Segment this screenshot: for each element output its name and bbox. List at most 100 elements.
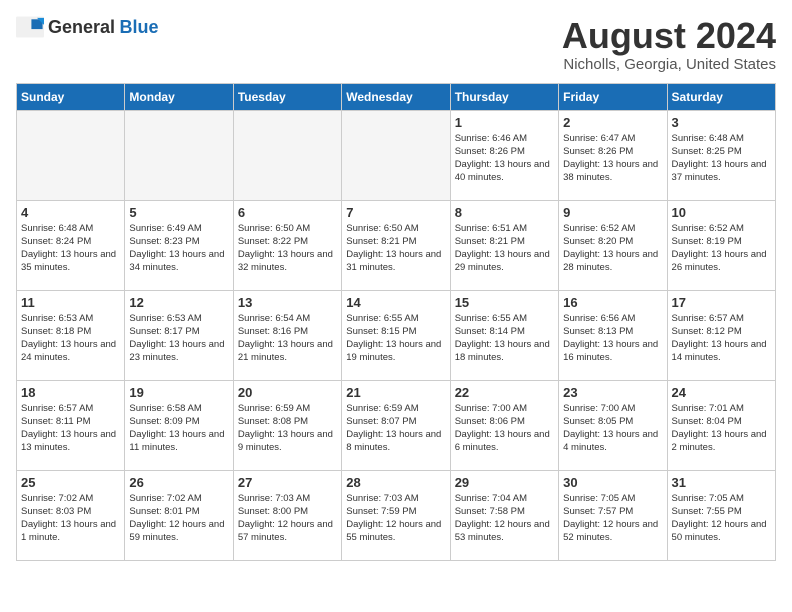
calendar-cell: 15 Sunrise: 6:55 AMSunset: 8:14 PMDayligh… <box>450 290 558 380</box>
day-info: Sunrise: 6:46 AMSunset: 8:26 PMDaylight:… <box>455 132 554 185</box>
day-number: 18 <box>21 385 120 400</box>
week-row-5: 25 Sunrise: 7:02 AMSunset: 8:03 PMDayligh… <box>17 470 776 560</box>
calendar-cell: 31 Sunrise: 7:05 AMSunset: 7:55 PMDayligh… <box>667 470 775 560</box>
calendar-cell: 12 Sunrise: 6:53 AMSunset: 8:17 PMDayligh… <box>125 290 233 380</box>
calendar-cell: 19Sunrise: 6:58 AMSunset: 8:09 PMDayligh… <box>125 380 233 470</box>
day-info: Sunrise: 6:48 AMSunset: 8:24 PMDaylight:… <box>21 222 120 275</box>
weekday-header-sunday: Sunday <box>17 83 125 110</box>
logo-text: General Blue <box>48 18 159 37</box>
day-number: 21 <box>346 385 445 400</box>
day-number: 26 <box>129 475 228 490</box>
day-number: 31 <box>672 475 771 490</box>
calendar-cell: 21Sunrise: 6:59 AMSunset: 8:07 PMDayligh… <box>342 380 450 470</box>
day-info: Sunrise: 6:50 AMSunset: 8:21 PMDaylight:… <box>346 222 445 275</box>
day-number: 9 <box>563 205 662 220</box>
day-number: 15 <box>455 295 554 310</box>
calendar-cell: 11Sunrise: 6:53 AMSunset: 8:18 PMDayligh… <box>17 290 125 380</box>
calendar-cell: 23 Sunrise: 7:00 AMSunset: 8:05 PMDayligh… <box>559 380 667 470</box>
day-number: 29 <box>455 475 554 490</box>
day-info: Sunrise: 7:01 AMSunset: 8:04 PMDaylight:… <box>672 402 771 455</box>
location-title: Nicholls, Georgia, United States <box>562 56 776 73</box>
day-info: Sunrise: 7:02 AMSunset: 8:03 PMDaylight:… <box>21 492 120 545</box>
day-info: Sunrise: 6:54 AMSunset: 8:16 PMDaylight:… <box>238 312 337 365</box>
calendar-table: SundayMondayTuesdayWednesdayThursdayFrid… <box>16 83 776 561</box>
calendar-cell: 18 Sunrise: 6:57 AMSunset: 8:11 PMDayligh… <box>17 380 125 470</box>
day-info: Sunrise: 6:48 AMSunset: 8:25 PMDaylight:… <box>672 132 771 185</box>
calendar-cell: 8Sunrise: 6:51 AMSunset: 8:21 PMDaylight… <box>450 200 558 290</box>
day-number: 10 <box>672 205 771 220</box>
day-info: Sunrise: 6:52 AMSunset: 8:20 PMDaylight:… <box>563 222 662 275</box>
calendar-cell: 9 Sunrise: 6:52 AMSunset: 8:20 PMDaylight… <box>559 200 667 290</box>
calendar-cell: 20 Sunrise: 6:59 AMSunset: 8:08 PMDayligh… <box>233 380 341 470</box>
day-info: Sunrise: 7:05 AMSunset: 7:55 PMDaylight:… <box>672 492 771 545</box>
calendar-cell: 7 Sunrise: 6:50 AMSunset: 8:21 PMDaylight… <box>342 200 450 290</box>
day-number: 30 <box>563 475 662 490</box>
day-number: 25 <box>21 475 120 490</box>
calendar-cell: 29 Sunrise: 7:04 AMSunset: 7:58 PMDayligh… <box>450 470 558 560</box>
title-block: August 2024 Nicholls, Georgia, United St… <box>562 16 776 73</box>
day-info: Sunrise: 7:04 AMSunset: 7:58 PMDaylight:… <box>455 492 554 545</box>
day-number: 2 <box>563 115 662 130</box>
day-info: Sunrise: 6:55 AMSunset: 8:14 PMDaylight:… <box>455 312 554 365</box>
day-number: 17 <box>672 295 771 310</box>
day-info: Sunrise: 7:02 AMSunset: 8:01 PMDaylight:… <box>129 492 228 545</box>
calendar-cell <box>17 110 125 200</box>
weekday-header-thursday: Thursday <box>450 83 558 110</box>
calendar-cell: 4Sunrise: 6:48 AMSunset: 8:24 PMDaylight… <box>17 200 125 290</box>
week-row-2: 4Sunrise: 6:48 AMSunset: 8:24 PMDaylight… <box>17 200 776 290</box>
month-title: August 2024 <box>562 16 776 56</box>
day-info: Sunrise: 7:00 AMSunset: 8:05 PMDaylight:… <box>563 402 662 455</box>
day-info: Sunrise: 6:51 AMSunset: 8:21 PMDaylight:… <box>455 222 554 275</box>
week-row-3: 11Sunrise: 6:53 AMSunset: 8:18 PMDayligh… <box>17 290 776 380</box>
day-info: Sunrise: 6:53 AMSunset: 8:17 PMDaylight:… <box>129 312 228 365</box>
day-info: Sunrise: 6:47 AMSunset: 8:26 PMDaylight:… <box>563 132 662 185</box>
day-number: 1 <box>455 115 554 130</box>
week-row-4: 18 Sunrise: 6:57 AMSunset: 8:11 PMDayligh… <box>17 380 776 470</box>
day-info: Sunrise: 6:55 AMSunset: 8:15 PMDaylight:… <box>346 312 445 365</box>
weekday-header-saturday: Saturday <box>667 83 775 110</box>
calendar-cell: 25 Sunrise: 7:02 AMSunset: 8:03 PMDayligh… <box>17 470 125 560</box>
day-info: Sunrise: 6:57 AMSunset: 8:11 PMDaylight:… <box>21 402 120 455</box>
day-info: Sunrise: 6:49 AMSunset: 8:23 PMDaylight:… <box>129 222 228 275</box>
calendar-cell: 17 Sunrise: 6:57 AMSunset: 8:12 PMDayligh… <box>667 290 775 380</box>
day-number: 16 <box>563 295 662 310</box>
calendar-cell: 10 Sunrise: 6:52 AMSunset: 8:19 PMDayligh… <box>667 200 775 290</box>
day-number: 28 <box>346 475 445 490</box>
day-number: 20 <box>238 385 337 400</box>
calendar-cell: 3 Sunrise: 6:48 AMSunset: 8:25 PMDaylight… <box>667 110 775 200</box>
day-number: 22 <box>455 385 554 400</box>
day-info: Sunrise: 6:53 AMSunset: 8:18 PMDaylight:… <box>21 312 120 365</box>
day-number: 7 <box>346 205 445 220</box>
day-info: Sunrise: 6:57 AMSunset: 8:12 PMDaylight:… <box>672 312 771 365</box>
day-number: 5 <box>129 205 228 220</box>
day-number: 3 <box>672 115 771 130</box>
calendar-cell: 6 Sunrise: 6:50 AMSunset: 8:22 PMDaylight… <box>233 200 341 290</box>
calendar-cell <box>233 110 341 200</box>
day-number: 23 <box>563 385 662 400</box>
day-info: Sunrise: 6:59 AMSunset: 8:08 PMDaylight:… <box>238 402 337 455</box>
day-info: Sunrise: 7:03 AMSunset: 8:00 PMDaylight:… <box>238 492 337 545</box>
calendar-cell <box>342 110 450 200</box>
day-number: 6 <box>238 205 337 220</box>
weekday-header-row: SundayMondayTuesdayWednesdayThursdayFrid… <box>17 83 776 110</box>
logo-general: General <box>48 17 115 37</box>
day-info: Sunrise: 6:52 AMSunset: 8:19 PMDaylight:… <box>672 222 771 275</box>
day-info: Sunrise: 7:00 AMSunset: 8:06 PMDaylight:… <box>455 402 554 455</box>
day-number: 12 <box>129 295 228 310</box>
calendar-cell: 2 Sunrise: 6:47 AMSunset: 8:26 PMDaylight… <box>559 110 667 200</box>
calendar-cell <box>125 110 233 200</box>
calendar-cell: 16 Sunrise: 6:56 AMSunset: 8:13 PMDayligh… <box>559 290 667 380</box>
weekday-header-wednesday: Wednesday <box>342 83 450 110</box>
calendar-cell: 27Sunrise: 7:03 AMSunset: 8:00 PMDayligh… <box>233 470 341 560</box>
day-info: Sunrise: 6:50 AMSunset: 8:22 PMDaylight:… <box>238 222 337 275</box>
day-number: 13 <box>238 295 337 310</box>
weekday-header-monday: Monday <box>125 83 233 110</box>
calendar-cell: 22 Sunrise: 7:00 AMSunset: 8:06 PMDayligh… <box>450 380 558 470</box>
day-info: Sunrise: 7:05 AMSunset: 7:57 PMDaylight:… <box>563 492 662 545</box>
day-number: 19 <box>129 385 228 400</box>
calendar-cell: 5 Sunrise: 6:49 AMSunset: 8:23 PMDaylight… <box>125 200 233 290</box>
logo-blue: Blue <box>120 17 159 37</box>
weekday-header-friday: Friday <box>559 83 667 110</box>
calendar-cell: 28Sunrise: 7:03 AMSunset: 7:59 PMDayligh… <box>342 470 450 560</box>
day-info: Sunrise: 6:56 AMSunset: 8:13 PMDaylight:… <box>563 312 662 365</box>
